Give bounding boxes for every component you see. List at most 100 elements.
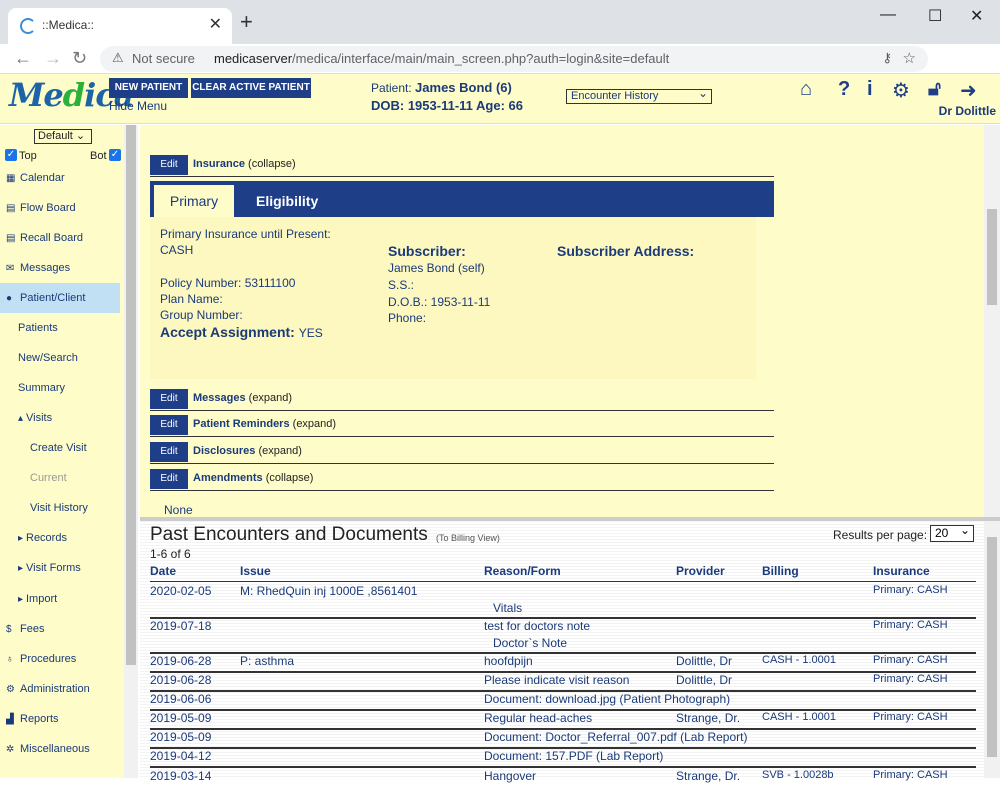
table-row[interactable]: 2019-06-28 P: asthma hoofdpijn Dolittle, Dr… [150,654,976,673]
sidebar-item-visit-forms[interactable]: ▸ Visit Forms [0,553,120,583]
maximize-icon[interactable]: ☐ [928,6,942,26]
bot-checkbox[interactable]: ✓ [109,149,121,161]
table-row[interactable]: 2019-06-06 Document: download.jpg (Patien… [150,692,976,711]
results-per-page-select[interactable]: 20 [930,523,974,542]
menu-set-select[interactable]: Default ⌄ [34,129,92,144]
omnibox[interactable]: ⚠ Not secure medicaserver/medica/interfa… [100,46,928,72]
sidebar-item-reports[interactable]: ▟ Reports [0,704,120,734]
sidebar-item-patients[interactable]: Patients [0,313,120,343]
home-icon[interactable]: ⌂ [800,78,812,101]
sidebar-item-visit-history[interactable]: Visit History [0,493,120,523]
star-icon[interactable]: ☆ [903,49,916,67]
table-row[interactable]: 2019-04-12 Document: 157.PDF (Lab Report) [150,749,976,768]
sidebar-item-administration[interactable]: ⚙ Administration [0,674,120,704]
envelope-icon: ✉ [6,263,15,274]
user-name[interactable]: Dr Dolittle [939,104,996,118]
encounter-date[interactable]: 2019-05-09 [150,711,211,725]
encounter-issue: M: RhedQuin inj 1000E ,8561401 [240,584,418,598]
col-date[interactable]: Date [150,564,176,578]
back-icon[interactable]: ← [14,48,32,69]
insurance-edit-button[interactable]: Edit [150,155,188,175]
encounter-date[interactable]: 2019-04-12 [150,749,211,763]
table-row[interactable]: 2020-02-05 M: RhedQuin inj 1000E ,8561401… [150,584,976,619]
url-text[interactable]: medicaserver/medica/interface/main/main_… [214,51,669,66]
sidebar-item-fees[interactable]: $ Fees [0,614,120,644]
disclosures-edit-button[interactable]: Edit [150,442,188,462]
subscriber-dob: D.O.B.: 1953-11-11 [388,295,491,309]
clear-active-patient-button[interactable]: CLEAR ACTIVE PATIENT [191,78,311,98]
reload-icon[interactable]: ↻ [72,48,87,69]
summary-scrollbar[interactable] [984,125,1000,517]
summary-scroll-thumb[interactable] [987,209,997,305]
sidebar-item-import[interactable]: ▸ Import [0,584,120,614]
encounter-date[interactable]: 2019-03-14 [150,769,211,783]
help-icon[interactable]: ? [838,78,850,101]
encounter-date[interactable]: 2019-06-28 [150,673,211,687]
new-patient-button[interactable]: NEW PATIENT [109,78,188,98]
browser-tab[interactable]: ::Medica:: ✕ [8,8,232,44]
encounter-insurance: Primary: CASH [873,654,948,666]
encounter-select[interactable]: Encounter History [566,87,712,104]
close-icon[interactable]: ✕ [209,14,222,34]
table-row[interactable]: 2019-05-09 Regular head-aches Strange, Dr.… [150,711,976,730]
encounter-form-link[interactable]: Vitals [493,601,522,615]
sidebar-item-create-visit[interactable]: Create Visit [0,433,120,463]
col-provider[interactable]: Provider [676,564,725,578]
window-close-icon[interactable]: ✕ [970,6,983,26]
encounter-date[interactable]: 2019-06-06 [150,692,211,706]
hide-menu-link[interactable]: Hide Menu [109,99,167,113]
logout-icon[interactable]: ➜ [960,78,977,103]
sidebar-scrollbar[interactable] [124,125,138,778]
sidebar-item-miscellaneous[interactable]: ✲ Miscellaneous [0,734,120,764]
encounters-scroll-thumb[interactable] [987,537,997,757]
table-row[interactable]: 2019-03-14 Hangover Strange, Dr. SVB - 1.00… [150,769,976,788]
patient-reminders-title[interactable]: Patient Reminders (expand) [193,418,336,430]
top-checkbox[interactable]: ✓ [5,149,17,161]
tab-eligibility[interactable]: Eligibility [256,185,318,217]
key-icon[interactable]: ⚷ [882,50,892,66]
billing-view-link[interactable]: (To Billing View) [436,533,500,543]
table-row[interactable]: 2019-07-18 test for doctors note Primary: … [150,619,976,654]
encounter-date[interactable]: 2019-05-09 [150,730,211,744]
col-insurance[interactable]: Insurance [873,564,930,578]
amendments-edit-button[interactable]: Edit [150,469,188,489]
table-row[interactable]: 2019-06-28 Please indicate visit reason Do… [150,673,976,692]
sidebar-item-patient-client[interactable]: ● Patient/Client [0,283,120,313]
col-reason[interactable]: Reason/Form [484,564,561,578]
encounters-scrollbar[interactable] [984,521,1000,778]
messages-title[interactable]: Messages (expand) [193,392,292,404]
sidebar-item-summary[interactable]: Summary [0,373,120,403]
sidebar-item-flow-board[interactable]: ▤ Flow Board [0,193,120,223]
encounter-form-link[interactable]: Doctor`s Note [493,636,567,650]
sidebar-item-records[interactable]: ▸ Records [0,523,120,553]
info-icon[interactable]: i [867,78,873,101]
sidebar-item-procedures[interactable]: ♁ Procedures [0,644,120,674]
sidebar-scroll-thumb[interactable] [126,125,136,665]
sidebar-item-recall-board[interactable]: ▤ Recall Board [0,223,120,253]
table-row[interactable]: 2019-05-09 Document: Doctor_Referral_007.… [150,730,976,749]
minimize-icon[interactable]: — [880,6,896,24]
patient-reminders-edit-button[interactable]: Edit [150,415,188,435]
patient-name[interactable]: James Bond (6) [415,80,512,95]
encounter-date[interactable]: 2019-06-28 [150,654,211,668]
messages-edit-button[interactable]: Edit [150,389,188,409]
col-billing[interactable]: Billing [762,564,799,578]
settings-icon[interactable]: ⚙ [892,78,910,103]
forward-icon[interactable]: → [44,48,62,69]
sidebar-item-calendar[interactable]: ▦ Calendar [0,163,120,193]
tab-primary[interactable]: Primary [154,185,234,217]
sidebar-item-visits[interactable]: ▴ Visits [0,403,120,433]
new-tab-icon[interactable]: + [240,11,253,33]
insurance-title[interactable]: Insurance (collapse) [193,158,296,170]
sidebar-item-messages[interactable]: ✉ Messages [0,253,120,283]
amendments-title[interactable]: Amendments (collapse) [193,472,313,484]
patient-reminders-title-text: Patient Reminders [193,418,290,430]
not-secure-label: Not secure [132,51,195,66]
sidebar-item-new-search[interactable]: New/Search [0,343,120,373]
encounter-date[interactable]: 2020-02-05 [150,584,211,598]
encounter-date[interactable]: 2019-07-18 [150,619,211,633]
col-issue[interactable]: Issue [240,564,271,578]
disclosures-title[interactable]: Disclosures (expand) [193,445,302,457]
unlock-icon[interactable]: 🔓︎ [928,78,941,101]
sidebar-item-current[interactable]: Current [0,463,120,493]
